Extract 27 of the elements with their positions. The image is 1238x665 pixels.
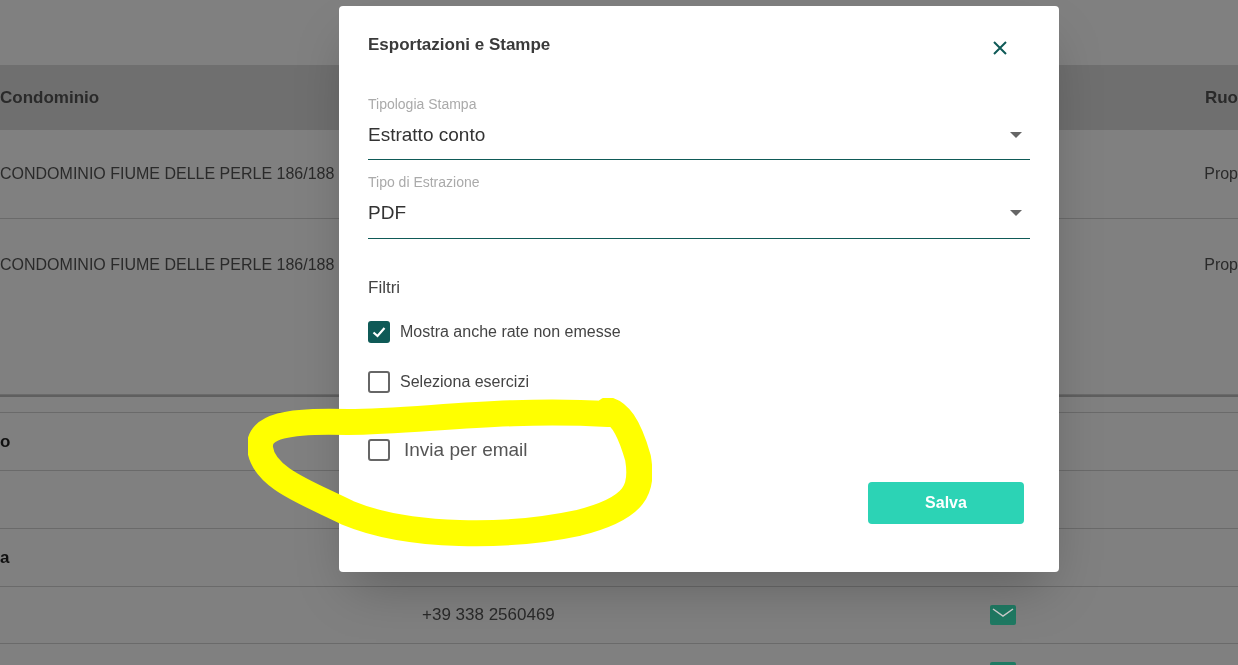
- field-value: PDF: [368, 201, 406, 225]
- field-label: Tipo di Estrazione: [368, 173, 481, 192]
- dialog-title: Esportazioni e Stampe: [368, 34, 551, 56]
- filters-title: Filtri: [368, 276, 402, 299]
- table-cell-text: Prop: [1204, 164, 1238, 184]
- column-header: Ruo: [1204, 86, 1238, 109]
- field-label: Tipologia Stampa: [368, 94, 478, 114]
- mail-icon[interactable]: [990, 605, 1016, 625]
- phone-number: +39 338 2560469: [422, 605, 555, 625]
- close-button[interactable]: [992, 39, 1008, 56]
- checkbox-label: Mostra anche rate non emesse: [400, 322, 621, 342]
- check-icon: [371, 324, 387, 340]
- dropdown-caret-icon[interactable]: [1010, 210, 1022, 217]
- checkbox[interactable]: [368, 371, 390, 393]
- section-label: a: [0, 546, 10, 569]
- select-field[interactable]: Tipo di Estrazione PDF: [368, 172, 1030, 239]
- checkbox[interactable]: [368, 439, 390, 461]
- table-cell-text: CONDOMINIO FIUME DELLE PERLE 186/188: [0, 255, 335, 275]
- table-cell-text: CONDOMINIO FIUME DELLE PERLE 186/188: [0, 164, 335, 184]
- checkbox[interactable]: [368, 321, 390, 343]
- table-cell-text: Prop: [1204, 255, 1238, 275]
- column-header: Condominio: [0, 86, 100, 109]
- section-label: o: [0, 430, 11, 453]
- field-value: Estratto conto: [368, 122, 486, 147]
- checkbox-label: Invia per email: [404, 437, 528, 462]
- checkbox-label: Seleziona esercizi: [400, 372, 529, 392]
- select-field[interactable]: Tipologia Stampa Estratto conto: [368, 93, 1030, 160]
